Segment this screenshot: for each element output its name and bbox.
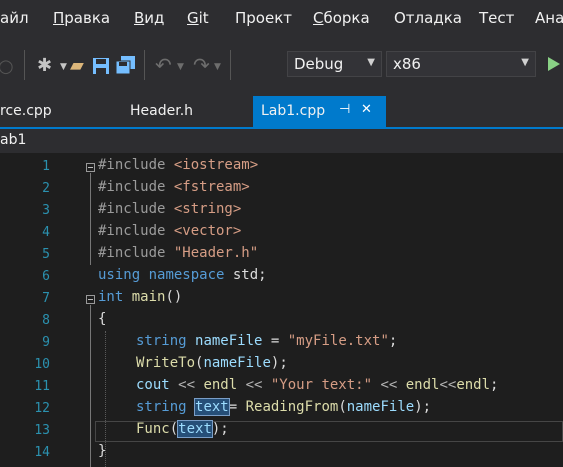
code-line: using namespace std;	[98, 267, 267, 283]
menu-test[interactable]: Тест	[479, 9, 514, 27]
project-dropdown[interactable]: ab1	[0, 132, 26, 148]
code-line: int main()	[98, 289, 183, 305]
line-number: 14	[34, 445, 50, 460]
line-number: 12	[34, 401, 50, 416]
code-line: {	[98, 311, 107, 327]
line-number: 9	[42, 335, 50, 350]
code-line: #include <iostream>	[98, 157, 259, 173]
tab-header-h[interactable]: Header.h	[105, 96, 215, 127]
fold-region-line	[90, 173, 91, 265]
code-line: #include <fstream>	[98, 179, 250, 195]
chevron-down-icon: ▼	[521, 57, 529, 68]
code-line: Func(text);	[136, 420, 229, 438]
fold-region-line	[90, 305, 91, 467]
menu-bar: айл Правка Вид Git Проект Сборка Отладка…	[0, 0, 563, 38]
menu-debug[interactable]: Отладка	[394, 9, 462, 27]
line-number: 13	[34, 423, 50, 438]
line-number: 4	[42, 225, 50, 240]
toolbar: ○ ✱ ▼ ▰ ↶ ▼ ↷ ▼ Debug ▼ x86 ▼	[0, 38, 563, 96]
variable-text-highlight: text	[194, 398, 230, 416]
code-line: #include <vector>	[98, 223, 242, 239]
tab-source-cpp[interactable]: rce.cpp	[0, 96, 100, 127]
line-number: 5	[42, 247, 50, 262]
tab-label: Header.h	[130, 103, 194, 119]
code-editor[interactable]: 1 2 3 4 5 6 7 8 9 10 11 12 13 14 #includ…	[0, 153, 563, 467]
toolbar-separator	[144, 50, 145, 80]
navigation-bar: ab1	[0, 129, 563, 153]
start-debug-icon[interactable]	[547, 56, 561, 72]
tab-label: rce.cpp	[0, 103, 52, 119]
line-number: 10	[34, 357, 50, 372]
save-icon[interactable]	[92, 57, 110, 75]
chevron-down-icon: ▼	[367, 57, 375, 68]
configuration-select[interactable]: Debug ▼	[287, 51, 382, 77]
chevron-down-icon[interactable]: ▼	[177, 62, 184, 72]
circle-icon[interactable]: ○	[0, 58, 14, 76]
menu-build[interactable]: Сборка	[313, 9, 370, 27]
code-line: }	[98, 443, 107, 459]
line-number: 7	[42, 291, 50, 306]
line-number: 1	[42, 159, 50, 174]
toolbar-separator	[230, 50, 231, 80]
pin-icon[interactable]: ⊣	[339, 102, 350, 117]
undo-icon[interactable]: ↶	[155, 55, 172, 75]
chevron-down-icon[interactable]: ▼	[214, 62, 221, 72]
code-line: cout << endl << "Your text:" << endl<<en…	[136, 377, 499, 393]
chevron-down-icon[interactable]: ▼	[60, 62, 67, 72]
tab-lab1-cpp[interactable]: Lab1.cpp ⊣ ✕	[253, 96, 386, 127]
new-project-icon[interactable]: ✱	[37, 57, 52, 75]
save-all-icon[interactable]	[115, 55, 137, 75]
document-tab-bar: rce.cpp Header.h Lab1.cpp ⊣ ✕	[0, 96, 563, 129]
redo-icon[interactable]: ↷	[193, 55, 210, 75]
tab-label: Lab1.cpp	[261, 103, 326, 119]
line-number: 11	[34, 379, 50, 394]
menu-edit[interactable]: Правка	[53, 9, 110, 27]
close-icon[interactable]: ✕	[361, 102, 372, 117]
platform-value: x86	[393, 55, 421, 73]
code-line: WriteTo(nameFile);	[136, 355, 288, 371]
menu-analyze[interactable]: Ана	[535, 9, 563, 27]
menu-view[interactable]: Вид	[134, 9, 164, 27]
menu-project[interactable]: Проект	[235, 9, 292, 27]
code-line: string text= ReadingFrom(nameFile);	[136, 398, 432, 416]
code-line: #include "Header.h"	[98, 245, 259, 261]
platform-select[interactable]: x86 ▼	[386, 51, 536, 77]
collapse-icon[interactable]	[86, 163, 95, 172]
line-number: 3	[42, 203, 50, 218]
menu-git[interactable]: Git	[187, 9, 209, 27]
collapse-icon[interactable]	[86, 295, 95, 304]
open-folder-icon[interactable]: ▰	[70, 57, 84, 75]
code-line: string nameFile = "myFile.txt";	[136, 333, 398, 349]
configuration-value: Debug	[294, 55, 344, 73]
line-number: 2	[42, 181, 50, 196]
variable-text-highlight: text	[177, 420, 213, 438]
menu-file[interactable]: айл	[0, 9, 29, 27]
line-number: 8	[42, 313, 50, 328]
code-line: #include <string>	[98, 201, 242, 217]
toolbar-separator	[24, 50, 25, 80]
line-number: 6	[42, 269, 50, 284]
